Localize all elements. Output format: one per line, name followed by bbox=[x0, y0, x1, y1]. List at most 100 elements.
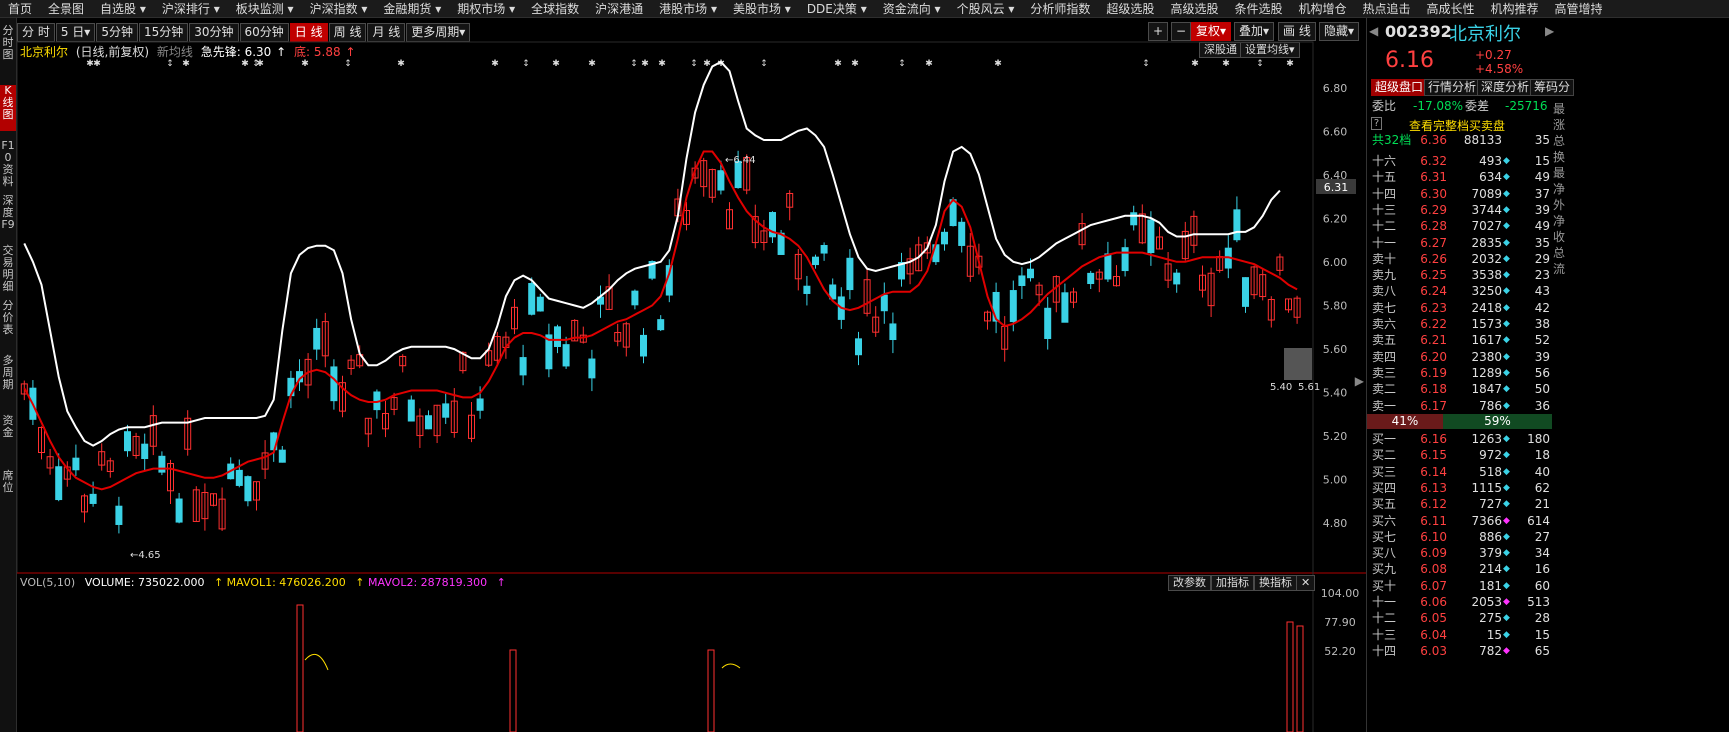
bid-row[interactable]: 买九 6.08 214 ◆ 16 bbox=[1367, 561, 1552, 577]
bid-row[interactable]: 买七 6.10 886 ◆ 27 bbox=[1367, 529, 1552, 545]
event-star-icon[interactable]: ✱ bbox=[1191, 59, 1199, 69]
event-star-icon[interactable]: ✱ bbox=[703, 59, 711, 69]
event-star-icon[interactable]: ✱ bbox=[994, 59, 1002, 69]
kline-chart[interactable]: ✱ ✱ ↕ ✱ ✱ ↕✱ ✱ ↕ ✱ ✱ ↕ ✱ ✱ ↕ ✱ ✱ ↕ ✱ ✱ ↕ ✱ ✱ ↕ ✱ ✱ ↕ ✱ ✱ ↕ ✱6.806.606… bbox=[0, 0, 1366, 732]
ask-row[interactable]: 十一 6.27 2835 ◆ 35 bbox=[1367, 235, 1552, 251]
level-volume: 1617 bbox=[1471, 333, 1502, 348]
total-row[interactable]: 共32档 6.36 88133 35 bbox=[1367, 132, 1552, 148]
event-star-icon[interactable]: ↕ bbox=[1142, 59, 1150, 69]
ask-row[interactable]: 十五 6.31 634 ◆ 49 bbox=[1367, 169, 1552, 185]
level-price: 6.05 bbox=[1420, 611, 1447, 626]
event-star-icon[interactable]: ↕ bbox=[522, 59, 530, 69]
event-star-icon[interactable]: ✱ bbox=[925, 59, 933, 69]
candle-body bbox=[1147, 219, 1155, 254]
help-icon[interactable]: ? bbox=[1371, 117, 1382, 130]
bid-row[interactable]: 买二 6.15 972 ◆ 18 bbox=[1367, 447, 1552, 463]
nav-item-22[interactable]: 机构推荐 bbox=[1483, 0, 1547, 17]
level-count: 28 bbox=[1534, 611, 1550, 626]
bid-row[interactable]: 买三 6.14 518 ◆ 40 bbox=[1367, 464, 1552, 480]
bid-row[interactable]: 买四 6.13 1115 ◆ 62 bbox=[1367, 480, 1552, 496]
ask-row[interactable]: 十四 6.30 7089 ◆ 37 bbox=[1367, 186, 1552, 202]
ask-row[interactable]: 卖六 6.22 1573 ◆ 38 bbox=[1367, 316, 1552, 332]
bid-row[interactable]: 十三 6.04 15 ◆ 15 bbox=[1367, 627, 1552, 643]
side-label-10: 流 bbox=[1553, 262, 1566, 276]
nav-item-21[interactable]: 高成长性 bbox=[1419, 0, 1483, 17]
weibi-value: -17.08% bbox=[1413, 99, 1464, 113]
event-star-icon[interactable]: ✱ bbox=[301, 59, 309, 69]
tab-market-analysis[interactable]: 行情分析 bbox=[1424, 79, 1481, 96]
bid-row[interactable]: 十一 6.06 2053 ◆ 513 bbox=[1367, 594, 1552, 610]
bid-row[interactable]: 买十 6.07 181 ◆ 60 bbox=[1367, 578, 1552, 594]
bid-row[interactable]: 买五 6.12 727 ◆ 21 bbox=[1367, 496, 1552, 512]
tab-chips[interactable]: 筹码分 bbox=[1530, 79, 1575, 96]
change-params-button[interactable]: 改参数 bbox=[1168, 575, 1211, 591]
level-label: 卖四 bbox=[1372, 349, 1397, 364]
level-price: 6.20 bbox=[1420, 349, 1447, 364]
candle-body bbox=[1044, 307, 1052, 339]
switch-indicator-button[interactable]: 换指标 bbox=[1254, 575, 1297, 591]
level-label: 买四 bbox=[1372, 480, 1397, 495]
panel-collapse-arrow-icon[interactable]: ▶ bbox=[1355, 374, 1365, 388]
event-star-icon[interactable]: ↕ bbox=[166, 59, 174, 69]
candle-body bbox=[1009, 290, 1017, 323]
bid-row[interactable]: 买六 6.11 7366 ◆ 614 bbox=[1367, 513, 1552, 529]
event-star-icon[interactable]: ↕ bbox=[630, 59, 638, 69]
event-star-icon[interactable]: ✱ bbox=[93, 59, 101, 69]
event-star-icon[interactable]: ✱ bbox=[1286, 59, 1294, 69]
level-count: 38 bbox=[1534, 317, 1550, 331]
tab-super-quote[interactable]: 超级盘口 bbox=[1371, 79, 1428, 96]
event-star-icon[interactable]: ✱ bbox=[641, 59, 649, 69]
candle-body bbox=[554, 326, 561, 348]
ask-row[interactable]: 卖五 6.21 1617 ◆ 52 bbox=[1367, 332, 1552, 348]
event-star-icon[interactable]: ✱ bbox=[588, 59, 596, 69]
event-star-icon[interactable]: ✱ bbox=[256, 59, 264, 69]
event-star-icon[interactable]: ↕ bbox=[760, 59, 768, 69]
panel-right-arrow-icon[interactable]: ▶ bbox=[1545, 24, 1554, 38]
bid-row[interactable]: 十二 6.05 275 ◆ 28 bbox=[1367, 610, 1552, 626]
ask-row[interactable]: 卖九 6.25 3538 ◆ 23 bbox=[1367, 267, 1552, 283]
ask-row[interactable]: 十六 6.32 493 ◆ 15 bbox=[1367, 153, 1552, 169]
level-label: 买三 bbox=[1372, 464, 1397, 479]
bid-row[interactable]: 买八 6.09 379 ◆ 34 bbox=[1367, 545, 1552, 561]
event-star-icon[interactable]: ✱ bbox=[851, 59, 859, 69]
event-star-icon[interactable]: ✱ bbox=[182, 59, 190, 69]
add-indicator-button[interactable]: 加指标 bbox=[1211, 575, 1254, 591]
event-star-icon[interactable]: ✱ bbox=[397, 59, 405, 69]
ask-row[interactable]: 十二 6.28 7027 ◆ 49 bbox=[1367, 218, 1552, 234]
nav-item-23[interactable]: 高管增持 bbox=[1547, 0, 1611, 17]
ask-row[interactable]: 卖四 6.20 2380 ◆ 39 bbox=[1367, 349, 1552, 365]
event-star-icon[interactable]: ↕ bbox=[1256, 59, 1264, 69]
candle-body bbox=[1173, 272, 1181, 285]
event-star-icon[interactable]: ✱ bbox=[834, 59, 842, 69]
ask-row[interactable]: 卖一 6.17 786 ◆ 36 bbox=[1367, 398, 1552, 414]
event-star-icon[interactable]: ✱ bbox=[241, 59, 249, 69]
close-volume-button[interactable]: ✕ bbox=[1296, 575, 1316, 591]
ask-row[interactable]: 卖七 6.23 2418 ◆ 42 bbox=[1367, 300, 1552, 316]
event-star-icon[interactable]: ↕ bbox=[690, 59, 698, 69]
level-dot-icon: ◆ bbox=[1503, 335, 1510, 346]
event-star-icon[interactable]: ✱ bbox=[658, 59, 666, 69]
level-dot-icon: ◆ bbox=[1503, 645, 1510, 656]
event-star-icon[interactable]: ↕ bbox=[898, 59, 906, 69]
mavol1-line bbox=[721, 663, 741, 669]
level-count: 614 bbox=[1527, 513, 1550, 528]
bid-row[interactable]: 十四 6.03 782 ◆ 65 bbox=[1367, 643, 1552, 659]
ask-row[interactable]: 卖八 6.24 3250 ◆ 43 bbox=[1367, 283, 1552, 299]
ask-row[interactable]: 十三 6.29 3744 ◆ 39 bbox=[1367, 202, 1552, 218]
side-label-3: 换 bbox=[1553, 150, 1566, 164]
tab-deep-analysis[interactable]: 深度分析 bbox=[1477, 79, 1534, 96]
event-star-icon[interactable]: ✱ bbox=[491, 59, 499, 69]
ask-row[interactable]: 卖三 6.19 1289 ◆ 56 bbox=[1367, 365, 1552, 381]
level-price: 6.18 bbox=[1420, 382, 1447, 397]
event-star-icon[interactable]: ✱ bbox=[1222, 59, 1230, 69]
level-count: 513 bbox=[1527, 595, 1550, 609]
volume-axis-label: 77.90 bbox=[1324, 616, 1356, 629]
panel-left-arrow-icon[interactable]: ◀ bbox=[1369, 24, 1378, 38]
ask-row[interactable]: 卖二 6.18 1847 ◆ 50 bbox=[1367, 381, 1552, 397]
price-axis-label: 5.40 bbox=[1323, 387, 1348, 400]
ask-row[interactable]: 卖十 6.26 2032 ◆ 29 bbox=[1367, 251, 1552, 267]
event-star-icon[interactable]: ✱ bbox=[552, 59, 560, 69]
bid-row[interactable]: 买一 6.16 1263 ◆ 180 bbox=[1367, 431, 1552, 447]
volume-bar bbox=[1296, 625, 1304, 732]
event-star-icon[interactable]: ↕ bbox=[344, 59, 352, 69]
